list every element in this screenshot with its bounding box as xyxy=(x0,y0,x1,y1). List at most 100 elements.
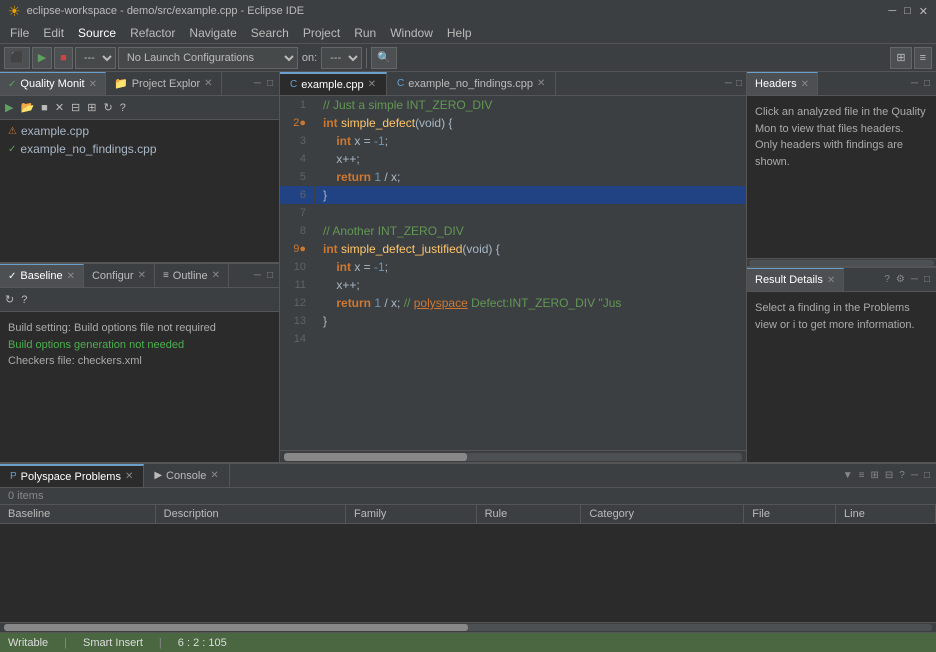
tb-stop-button[interactable]: ■ xyxy=(54,47,73,69)
editor-minimize-icon[interactable]: ─ xyxy=(725,78,732,89)
code-editor[interactable]: 1 // Just a simple INT_ZERO_DIV 2● int s… xyxy=(280,96,746,450)
headers-close[interactable]: ✕ xyxy=(801,79,809,90)
list-item[interactable]: ✓ example_no_findings.cpp xyxy=(0,140,279,158)
editor-maximize-icon[interactable]: □ xyxy=(736,78,742,89)
configure-label: Configur xyxy=(92,270,134,282)
tab-quality-monitor[interactable]: ✓ Quality Monit ✕ xyxy=(0,72,106,95)
polyspace-close[interactable]: ✕ xyxy=(125,471,133,482)
headers-scrollbar[interactable] xyxy=(747,258,936,266)
menu-run[interactable]: Run xyxy=(348,24,382,42)
baseline-help-button[interactable]: ? xyxy=(18,293,30,307)
col-rule[interactable]: Rule xyxy=(476,505,581,524)
stop-button[interactable]: ■ xyxy=(38,101,51,115)
polyspace-label: Polyspace Problems xyxy=(21,471,121,483)
outline-close[interactable]: ✕ xyxy=(212,270,220,281)
tb-search-button[interactable]: 🔍 xyxy=(371,47,397,69)
close-button[interactable]: ✕ xyxy=(919,5,928,18)
panel-minimize-icon[interactable]: ─ xyxy=(252,77,263,90)
expand-all-button[interactable]: ⊞ xyxy=(84,100,99,115)
tab-example-cpp[interactable]: C example.cpp ✕ xyxy=(280,72,387,95)
editor-tab-controls: ─ □ xyxy=(725,78,746,89)
tb-new-button[interactable]: ⬛ xyxy=(4,47,30,69)
menu-refactor[interactable]: Refactor xyxy=(124,24,181,42)
quality-monitor-close[interactable]: ✕ xyxy=(89,79,97,90)
problems-help-icon[interactable]: ? xyxy=(897,469,907,482)
tab-baseline[interactable]: ✓ Baseline ✕ xyxy=(0,264,84,287)
minimize-button[interactable]: ─ xyxy=(888,5,896,18)
menu-window[interactable]: Window xyxy=(384,24,439,42)
tb-perspective-button[interactable]: ⊞ xyxy=(890,47,911,69)
headers-minimize[interactable]: ─ xyxy=(909,77,920,90)
delete-button[interactable]: ✕ xyxy=(52,100,67,115)
code-line-8: 8 // Another INT_ZERO_DIV xyxy=(280,222,746,240)
open-results-button[interactable]: 📂 xyxy=(17,100,37,115)
tab-example-no-findings[interactable]: C example_no_findings.cpp ✕ xyxy=(387,72,556,95)
col-family[interactable]: Family xyxy=(346,505,477,524)
no-findings-close[interactable]: ✕ xyxy=(537,78,545,89)
target-select[interactable]: --- xyxy=(321,47,362,69)
tb-run-button[interactable]: ▶ xyxy=(32,47,52,69)
menu-source[interactable]: Source xyxy=(72,24,122,42)
col-line[interactable]: Line xyxy=(836,505,936,524)
file-tree: ⚠ example.cpp ✓ example_no_findings.cpp xyxy=(0,120,279,262)
example-cpp-close[interactable]: ✕ xyxy=(368,79,376,90)
problems-maximize[interactable]: □ xyxy=(922,469,932,482)
code-line-3: 3 int x = -1; xyxy=(280,132,746,150)
help-button[interactable]: ? xyxy=(117,101,129,115)
tab-console[interactable]: ▶ Console ✕ xyxy=(144,464,229,487)
result-details-close[interactable]: ✕ xyxy=(827,275,835,286)
tab-outline[interactable]: ≡ Outline ✕ xyxy=(155,264,229,287)
bottom-left-maximize[interactable]: □ xyxy=(265,269,275,282)
result-help-icon[interactable]: ? xyxy=(882,273,892,286)
col-description[interactable]: Description xyxy=(155,505,345,524)
project-explorer-icon: 📁 xyxy=(114,77,128,90)
run-config-select[interactable]: --- xyxy=(75,47,116,69)
menu-navigate[interactable]: Navigate xyxy=(183,24,242,42)
problems-expand-icon[interactable]: ⊞ xyxy=(869,469,881,482)
col-category[interactable]: Category xyxy=(581,505,744,524)
baseline-refresh-button[interactable]: ↻ xyxy=(2,292,17,307)
problems-filter-icon[interactable]: ▼ xyxy=(841,469,855,482)
editor-hscrollbar[interactable] xyxy=(280,450,746,462)
run-analysis-button[interactable]: ▶ xyxy=(2,100,16,115)
maximize-button[interactable]: □ xyxy=(904,5,911,18)
tab-configure[interactable]: Configur ✕ xyxy=(84,264,155,287)
col-file[interactable]: File xyxy=(744,505,836,524)
line-content-5: return 1 / x; xyxy=(315,168,746,186)
quality-monitor-icon: ✓ xyxy=(8,79,16,90)
problems-collapse-icon[interactable]: ⊟ xyxy=(883,469,895,482)
tab-polyspace-problems[interactable]: P Polyspace Problems ✕ xyxy=(0,464,144,487)
menu-search[interactable]: Search xyxy=(245,24,295,42)
tab-result-details[interactable]: Result Details ✕ xyxy=(747,268,844,291)
line-number-4: 4 xyxy=(280,150,315,168)
baseline-close[interactable]: ✕ xyxy=(67,271,75,282)
menu-project[interactable]: Project xyxy=(297,24,346,42)
panel-maximize-icon[interactable]: □ xyxy=(265,77,275,90)
project-explorer-close[interactable]: ✕ xyxy=(204,78,212,89)
tab-project-explorer[interactable]: 📁 Project Explor ✕ xyxy=(106,72,222,95)
result-minimize[interactable]: ─ xyxy=(909,273,920,286)
tb-extra-button[interactable]: ≡ xyxy=(914,47,932,69)
bottom-left-minimize[interactable]: ─ xyxy=(252,269,263,282)
headers-maximize[interactable]: □ xyxy=(922,77,932,90)
collapse-all-button[interactable]: ⊟ xyxy=(68,100,83,115)
problems-hscrollbar[interactable] xyxy=(0,622,936,632)
menu-bar: File Edit Source Refactor Navigate Searc… xyxy=(0,22,936,44)
menu-help[interactable]: Help xyxy=(441,24,478,42)
tab-headers[interactable]: Headers ✕ xyxy=(747,72,818,95)
console-close[interactable]: ✕ xyxy=(210,470,218,481)
line-number-10: 10 xyxy=(280,258,315,276)
problems-table[interactable]: Baseline Description Family Rule Categor… xyxy=(0,505,936,622)
menu-file[interactable]: File xyxy=(4,24,35,42)
insert-mode-status: Smart Insert xyxy=(83,637,143,649)
problems-group-icon[interactable]: ≡ xyxy=(857,469,867,482)
list-item[interactable]: ⚠ example.cpp xyxy=(0,122,279,140)
refresh-button[interactable]: ↻ xyxy=(100,100,115,115)
col-baseline[interactable]: Baseline xyxy=(0,505,155,524)
menu-edit[interactable]: Edit xyxy=(37,24,70,42)
configure-close[interactable]: ✕ xyxy=(138,270,146,281)
launch-config-select[interactable]: No Launch Configurations xyxy=(118,47,298,69)
problems-minimize[interactable]: ─ xyxy=(909,469,920,482)
result-config-icon[interactable]: ⚙ xyxy=(894,273,907,286)
result-maximize[interactable]: □ xyxy=(922,273,932,286)
